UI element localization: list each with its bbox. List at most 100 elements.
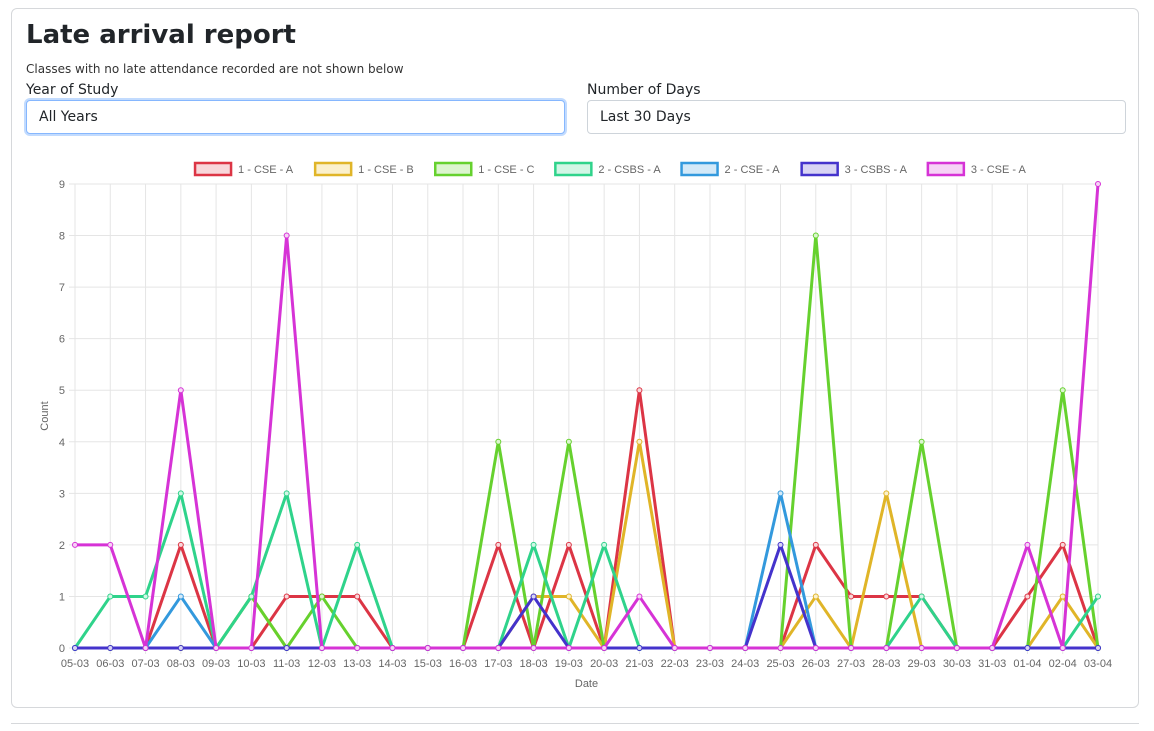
data-point [318,593,325,600]
data-point [1024,541,1031,548]
data-point [283,490,290,497]
data-point [142,593,149,600]
data-point [248,593,255,600]
data-point [918,593,925,600]
x-axis-title: Date [575,678,598,690]
data-point [495,541,502,548]
legend-label: 1 - CSE - C [478,164,534,176]
data-point [777,541,784,548]
data-point [883,593,890,600]
data-point [283,593,290,600]
data-point [1024,645,1031,651]
data-point [177,490,184,497]
data-point [671,645,678,651]
data-point [495,438,502,445]
legend-swatch [313,161,353,177]
y-axis-title: Count [39,401,51,430]
y-tick-label: 7 [59,282,65,294]
data-point [318,645,325,651]
data-point [1024,593,1031,600]
data-point [248,645,255,651]
data-point [812,541,819,548]
data-point [283,645,290,651]
data-point [1059,541,1066,548]
data-point [495,645,502,651]
data-point [848,593,855,600]
x-tick-label: 11-03 [273,658,300,670]
data-point [565,541,572,548]
x-tick-label: 06-03 [96,658,124,670]
data-point [530,645,537,651]
chart-legend: 1 - CSE - A 1 - CSE - B 1 - CSE - C 2 - CSB… [193,161,1027,177]
x-tick-label: 18-03 [520,658,548,670]
data-point [812,232,819,239]
x-tick-label: 10-03 [237,658,265,670]
data-point [389,645,396,651]
data-point [177,593,184,600]
y-tick-label: 0 [59,643,65,655]
data-point [777,645,784,651]
data-point [812,645,819,651]
data-point [989,645,996,651]
data-point [354,541,361,548]
data-point [636,387,643,394]
data-point [918,438,925,445]
data-point [213,645,220,651]
x-tick-label: 27-03 [837,658,865,670]
data-point [1095,645,1101,651]
x-tick-label: 07-03 [131,658,159,670]
y-tick-label: 2 [59,540,65,552]
x-tick-label: 15-03 [414,658,442,670]
data-point [742,645,749,651]
data-point [565,593,572,600]
data-point [848,645,855,651]
legend-label: 3 - CSBS - A [845,164,908,176]
series-4 [72,490,1101,651]
y-tick-label: 3 [59,488,65,500]
x-tick-label: 05-03 [61,658,89,670]
x-tick-label: 14-03 [378,658,406,670]
legend-swatch [680,161,719,177]
data-point [1095,593,1101,600]
x-tick-label: 28-03 [872,658,900,670]
x-tick-label: 01-04 [1013,658,1041,670]
x-tick-label: 21-03 [625,658,653,670]
legend-swatch [800,161,839,177]
x-tick-label: 02-04 [1049,658,1077,670]
data-point [918,645,925,651]
data-point [72,541,78,548]
data-point [565,645,572,651]
x-tick-label: 25-03 [766,658,794,670]
data-point [177,541,184,548]
data-point [601,541,608,548]
data-point [107,645,114,651]
data-point [142,645,149,651]
series-3 [72,490,1101,651]
data-point [1059,387,1066,394]
x-tick-label: 30-03 [943,658,971,670]
data-point [1059,593,1066,600]
legend-swatch [554,161,593,177]
data-point [354,593,361,600]
x-tick-label: 08-03 [167,658,195,670]
legend-label: 2 - CSE - A [725,164,781,176]
data-point [706,645,713,651]
y-tick-label: 4 [59,437,65,449]
data-point [1059,645,1066,651]
legend-swatch [434,161,473,177]
data-point [177,645,184,651]
x-tick-label: 19-03 [555,658,583,670]
x-tick-label: 26-03 [802,658,830,670]
legend-swatch [926,161,966,177]
data-point [636,593,643,600]
x-tick-label: 12-03 [308,658,336,670]
data-point [565,438,572,445]
legend-label: 1 - CSE - B [358,164,414,176]
data-point [883,490,890,497]
data-point [460,645,467,651]
data-point [530,541,537,548]
data-point [883,645,890,651]
data-point [812,593,819,600]
y-tick-label: 1 [59,591,65,603]
x-tick-label: 24-03 [731,658,759,670]
